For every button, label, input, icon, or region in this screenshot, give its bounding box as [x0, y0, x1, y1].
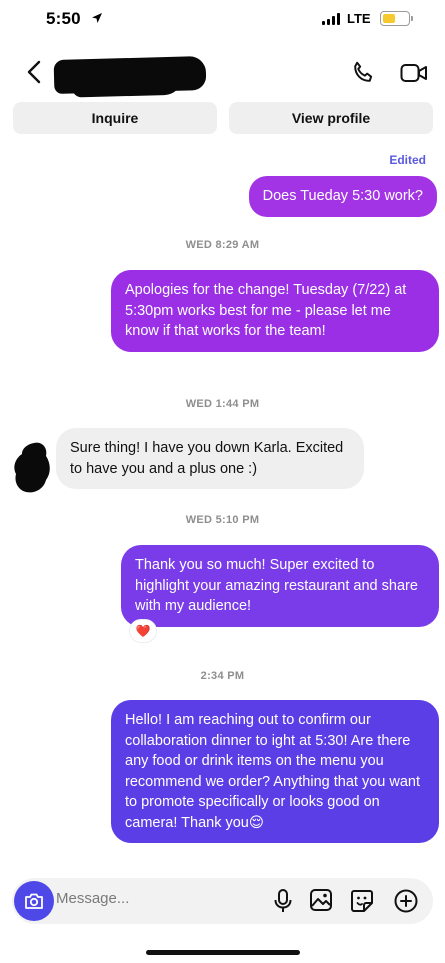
outgoing-message[interactable]: Hello! I am reaching out to confirm our …	[111, 700, 439, 843]
gallery-icon[interactable]	[309, 888, 333, 912]
heart-reaction[interactable]: ❤️	[129, 619, 157, 643]
incoming-message[interactable]: Sure thing! I have you down Karla. Excit…	[56, 428, 364, 489]
outgoing-message[interactable]: Does Tueday 5:30 work?	[248, 176, 437, 217]
contact-avatar[interactable]	[12, 440, 52, 496]
camera-button[interactable]	[14, 881, 54, 921]
timestamp: 2:34 PM	[200, 670, 245, 682]
profile-actions: Inquire View profile	[13, 102, 433, 134]
plus-icon[interactable]	[393, 888, 419, 914]
microphone-icon[interactable]	[272, 888, 294, 914]
home-indicator[interactable]	[146, 950, 300, 955]
outgoing-message[interactable]: Apologies for the change! Tuesday (7/22)…	[111, 270, 439, 352]
camera-icon	[25, 893, 43, 909]
status-bar: 5:50 LTE	[0, 0, 445, 40]
redacted-contact-name[interactable]	[53, 56, 207, 94]
edited-label: Edited	[389, 153, 426, 167]
battery-icon	[380, 11, 413, 26]
inquire-button[interactable]: Inquire	[13, 102, 217, 134]
network-type: LTE	[347, 11, 371, 26]
back-chevron-icon[interactable]	[26, 60, 42, 84]
phone-icon[interactable]	[350, 60, 376, 86]
timestamp: WED 5:10 PM	[185, 514, 260, 526]
message-composer	[12, 878, 433, 924]
message-input[interactable]	[56, 890, 256, 907]
timestamp: WED 8:29 AM	[185, 239, 260, 251]
location-arrow-icon	[92, 13, 102, 23]
sticker-icon[interactable]	[349, 888, 375, 914]
signal-icon	[322, 13, 340, 25]
view-profile-button[interactable]: View profile	[229, 102, 433, 134]
timestamp: WED 1:44 PM	[185, 398, 260, 410]
chat-header	[0, 44, 445, 102]
outgoing-message[interactable]: Thank you so much! Super excited to high…	[121, 545, 439, 627]
heart-reaction-icon: ❤️	[135, 624, 151, 638]
status-time: 5:50	[46, 9, 81, 28]
video-camera-icon[interactable]	[400, 62, 428, 84]
